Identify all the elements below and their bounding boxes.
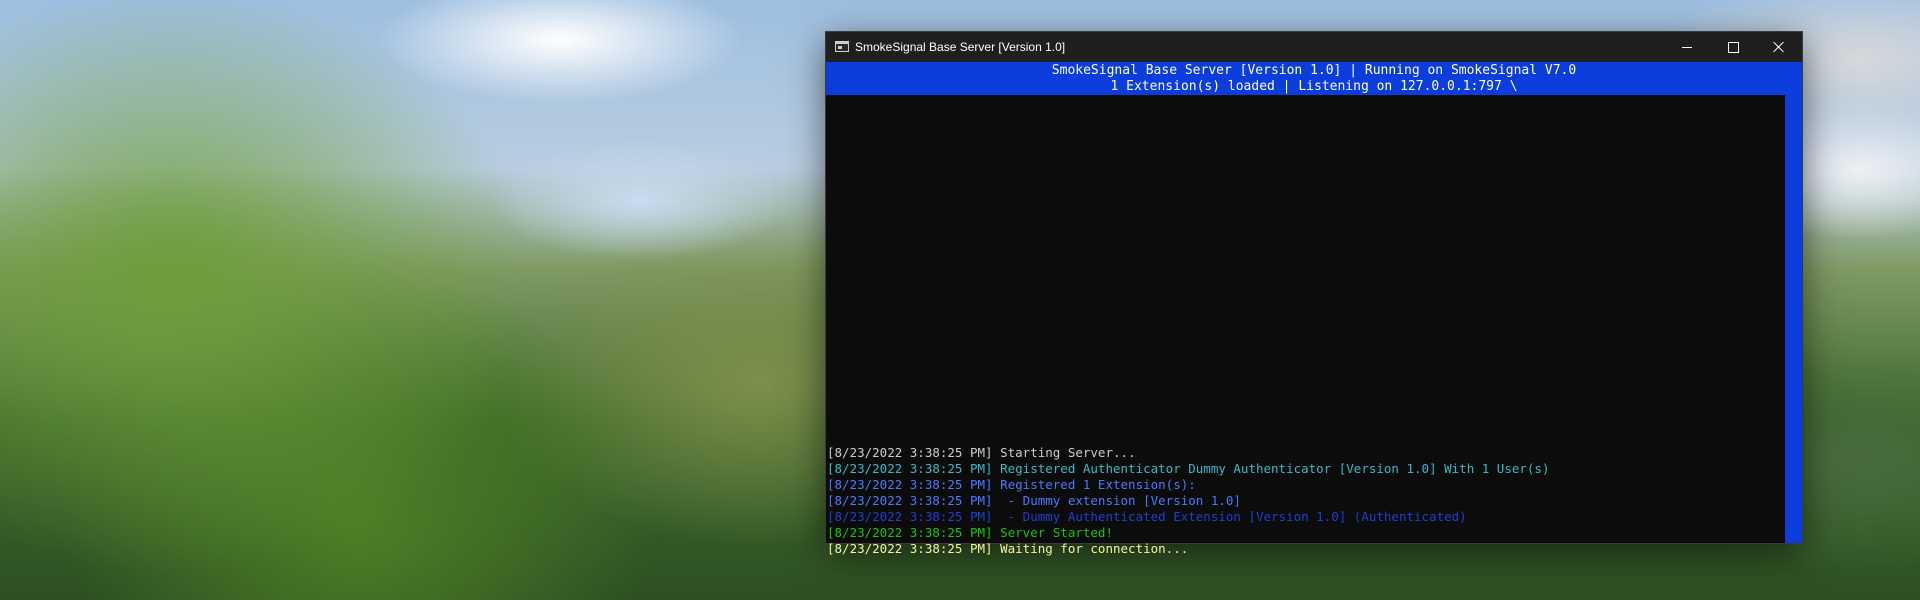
log-output: [8/23/2022 3:38:25 PM] Starting Server..…: [827, 445, 1783, 557]
log-line: [8/23/2022 3:38:25 PM] Starting Server..…: [827, 445, 1783, 461]
log-line: [8/23/2022 3:38:25 PM] Server Started!: [827, 525, 1783, 541]
console-app-icon[interactable]: [835, 41, 849, 52]
console-scrollbar[interactable]: [1785, 95, 1802, 543]
log-timestamp: [8/23/2022 3:38:25 PM]: [827, 541, 993, 556]
log-timestamp: [8/23/2022 3:38:25 PM]: [827, 525, 993, 540]
log-message: Starting Server...: [992, 445, 1136, 460]
maximize-icon: [1727, 41, 1739, 53]
log-message: - Dummy extension [Version 1.0]: [992, 493, 1241, 508]
close-button[interactable]: [1756, 32, 1802, 62]
log-timestamp: [8/23/2022 3:38:25 PM]: [827, 477, 993, 492]
log-timestamp: [8/23/2022 3:38:25 PM]: [827, 461, 993, 476]
server-status-header: SmokeSignal Base Server [Version 1.0] | …: [826, 62, 1802, 95]
minimize-icon: [1682, 46, 1692, 48]
log-message: Server Started!: [992, 525, 1113, 540]
log-line: [8/23/2022 3:38:25 PM] - Dummy extension…: [827, 493, 1783, 509]
log-line: [8/23/2022 3:38:25 PM] Waiting for conne…: [827, 541, 1783, 557]
log-timestamp: [8/23/2022 3:38:25 PM]: [827, 445, 993, 460]
log-message: Waiting for connection...: [992, 541, 1189, 556]
window-titlebar[interactable]: SmokeSignal Base Server [Version 1.0]: [826, 32, 1802, 62]
log-line: [8/23/2022 3:38:25 PM] Registered 1 Exte…: [827, 477, 1783, 493]
log-line: [8/23/2022 3:38:25 PM] Registered Authen…: [827, 461, 1783, 477]
minimize-button[interactable]: [1664, 32, 1710, 62]
log-line: [8/23/2022 3:38:25 PM] - Dummy Authentic…: [827, 509, 1783, 525]
log-message: - Dummy Authenticated Extension [Version…: [992, 509, 1467, 524]
console-output[interactable]: [8/23/2022 3:38:25 PM] Starting Server..…: [826, 95, 1785, 556]
console-window[interactable]: SmokeSignal Base Server [Version 1.0] Sm…: [825, 31, 1803, 556]
close-icon: [1773, 41, 1785, 53]
window-title: SmokeSignal Base Server [Version 1.0]: [855, 40, 1066, 54]
maximize-button[interactable]: [1710, 32, 1756, 62]
log-message: Registered 1 Extension(s):: [992, 477, 1196, 492]
log-timestamp: [8/23/2022 3:38:25 PM]: [827, 509, 993, 524]
status-line-version: SmokeSignal Base Server [Version 1.0] | …: [1051, 63, 1577, 78]
status-line-listening: 1 Extension(s) loaded | Listening on 127…: [1110, 79, 1518, 94]
log-message: Registered Authenticator Dummy Authentic…: [992, 461, 1550, 476]
log-timestamp: [8/23/2022 3:38:25 PM]: [827, 493, 993, 508]
